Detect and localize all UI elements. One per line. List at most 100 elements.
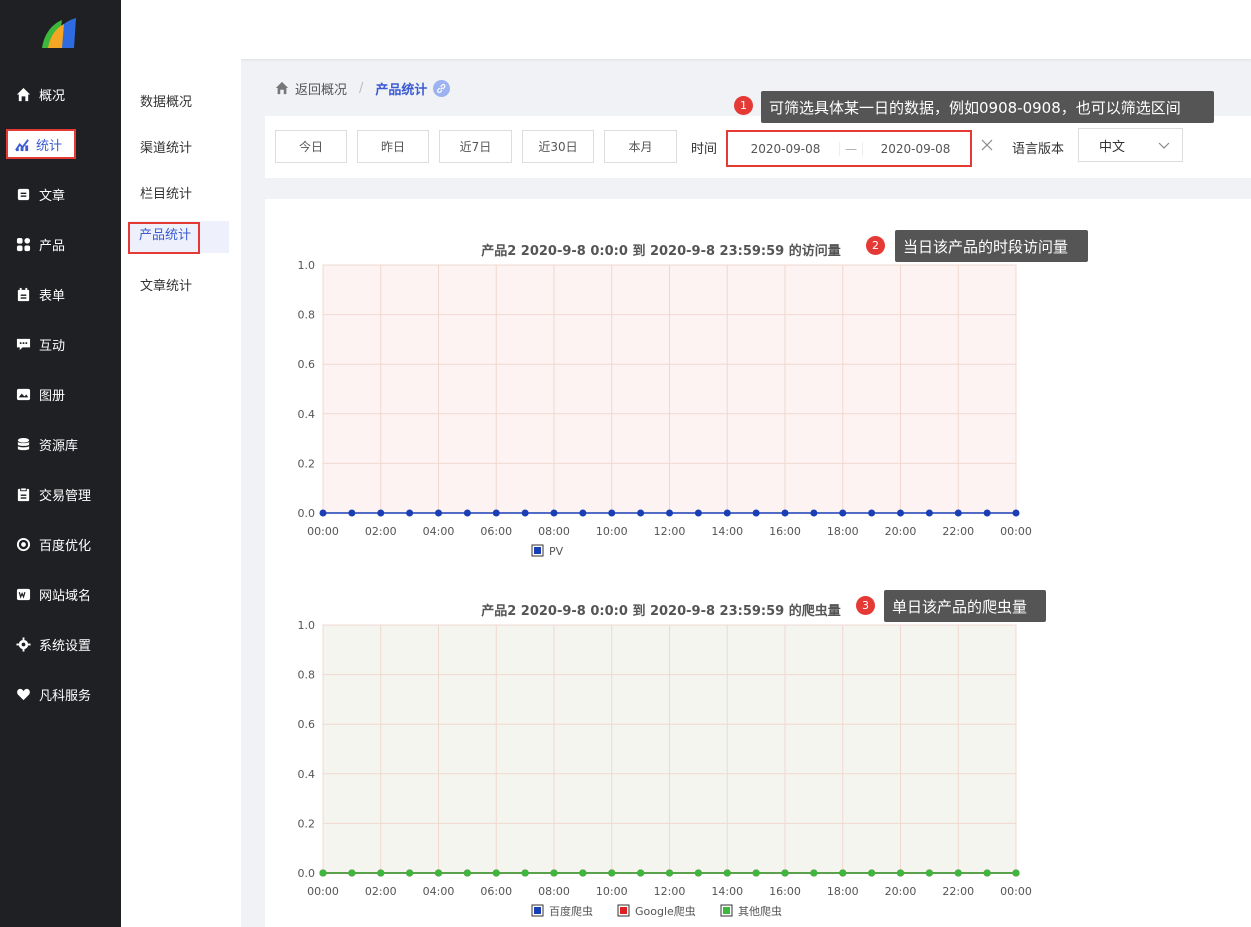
link-icon[interactable] [433, 79, 451, 97]
sidebar-item-interaction[interactable]: 互动 [0, 329, 121, 359]
sidebar-item-overview[interactable]: 概况 [0, 79, 121, 109]
data-point [666, 869, 673, 877]
filter-7days-button[interactable]: 近7日 [439, 130, 512, 163]
home-icon[interactable] [275, 81, 289, 95]
data-point [781, 509, 789, 517]
data-point [435, 509, 442, 517]
x-tick-label: 06:00 [480, 885, 512, 898]
date-range-picker[interactable]: 2020-09-08 — 2020-09-08 [726, 130, 972, 167]
x-tick-label: 04:00 [423, 525, 455, 538]
logo[interactable] [38, 14, 78, 52]
data-point [521, 869, 529, 877]
filter-month-button[interactable]: 本月 [604, 130, 677, 163]
database-icon [15, 436, 31, 452]
data-point [781, 869, 789, 877]
x-tick-label: 00:00 [1000, 885, 1032, 898]
sidebar-item-label: 产品 [39, 238, 66, 254]
main-sidebar: 概况 统计 文章 产品 表单 互动 图册 资源库 交易管理 百度优化 网站域名 [0, 0, 121, 927]
breadcrumb-back-link[interactable]: 返回概况 [295, 79, 347, 98]
data-point [579, 869, 587, 877]
x-tick-label: 00:00 [1000, 525, 1032, 538]
data-point [897, 869, 904, 877]
data-point [319, 869, 327, 877]
submenu-item-column-stats[interactable]: 栏目统计 [140, 183, 192, 202]
start-date-input[interactable]: 2020-09-08 [732, 142, 839, 156]
data-point [637, 869, 645, 877]
sidebar-item-album[interactable]: 图册 [0, 379, 121, 409]
data-point [463, 509, 471, 517]
filter-today-button[interactable]: 今日 [275, 130, 347, 163]
y-tick-label: 0.8 [298, 309, 316, 322]
sidebar-item-label: 百度优化 [39, 538, 92, 554]
legend-label: 其他爬虫 [738, 905, 782, 918]
sidebar-item-trade[interactable]: 交易管理 [0, 479, 121, 509]
time-label: 时间 [691, 142, 718, 157]
heart-icon [15, 686, 31, 702]
data-point [492, 869, 500, 877]
x-tick-label: 18:00 [827, 885, 859, 898]
x-tick-label: 22:00 [942, 525, 974, 538]
home-icon [15, 86, 31, 102]
x-tick-label: 04:00 [423, 885, 455, 898]
x-tick-label: 06:00 [480, 525, 512, 538]
x-tick-label: 14:00 [711, 525, 743, 538]
seo-icon [15, 536, 31, 552]
legend-swatch-fill [534, 547, 541, 554]
data-point [492, 509, 500, 517]
submenu-item-article-stats[interactable]: 文章统计 [140, 275, 192, 294]
data-point [839, 509, 847, 517]
submenu-item-data-overview[interactable]: 数据概况 [140, 91, 192, 110]
data-point [752, 509, 760, 517]
sidebar-item-article[interactable]: 文章 [0, 179, 121, 209]
x-tick-label: 10:00 [596, 885, 628, 898]
data-point [839, 869, 847, 877]
data-point [868, 509, 876, 517]
product-icon [15, 236, 31, 252]
breadcrumb-current: 产品统计 [375, 82, 428, 98]
sidebar-item-stats[interactable]: 统计 [6, 129, 76, 159]
sidebar-item-domain[interactable]: 网站域名 [0, 579, 121, 609]
sidebar-item-seo[interactable]: 百度优化 [0, 529, 121, 559]
clear-date-icon[interactable] [981, 139, 993, 151]
stats-icon [14, 136, 30, 152]
x-tick-label: 20:00 [885, 885, 917, 898]
sidebar-item-form[interactable]: 表单 [0, 279, 121, 309]
sidebar-item-resources[interactable]: 资源库 [0, 429, 121, 459]
sidebar-item-label: 网站域名 [39, 588, 92, 604]
y-tick-label: 0.6 [298, 718, 316, 731]
sidebar-item-label: 系统设置 [39, 638, 92, 654]
crawlers-line-chart: 0.0 0.2 0.4 0.6 0.8 1.0 00:00 02:00 04:00 06:00 08… [298, 619, 1032, 918]
legend-swatch-fill [723, 907, 730, 914]
sidebar-item-service[interactable]: 凡科服务 [0, 679, 121, 709]
data-point [377, 509, 385, 517]
data-point [435, 869, 442, 877]
data-point [608, 509, 616, 517]
y-tick-label: 0.2 [298, 457, 316, 470]
data-point [925, 509, 933, 517]
sidebar-item-product[interactable]: 产品 [0, 229, 121, 259]
data-point [983, 509, 991, 517]
sidebar-item-label: 资源库 [39, 438, 79, 454]
data-point [608, 869, 616, 877]
data-point [752, 869, 760, 877]
x-tick-label: 22:00 [942, 885, 974, 898]
sidebar-item-settings[interactable]: 系统设置 [0, 629, 121, 659]
filter-yesterday-button[interactable]: 昨日 [357, 130, 429, 163]
y-tick-label: 0.0 [298, 867, 316, 880]
data-point [666, 509, 673, 517]
data-point [723, 509, 731, 517]
data-point [1012, 869, 1020, 877]
end-date-input[interactable]: 2020-09-08 [863, 142, 968, 156]
language-select[interactable]: 中文 [1078, 128, 1183, 162]
data-point [723, 869, 731, 877]
data-point [550, 869, 558, 877]
filter-30days-button[interactable]: 近30日 [522, 130, 594, 163]
top-header-bar [121, 0, 1251, 59]
annotation-badge-1: 1 [734, 96, 753, 115]
visits-line-chart: 0.0 0.2 0.4 0.6 0.8 1.0 00:00 02:00 04:00 06:00 08… [298, 259, 1032, 558]
data-point [348, 869, 356, 877]
x-tick-label: 10:00 [596, 525, 628, 538]
x-tick-label: 02:00 [365, 525, 397, 538]
sidebar-item-label: 图册 [39, 388, 66, 404]
submenu-item-channel-stats[interactable]: 渠道统计 [140, 137, 192, 156]
